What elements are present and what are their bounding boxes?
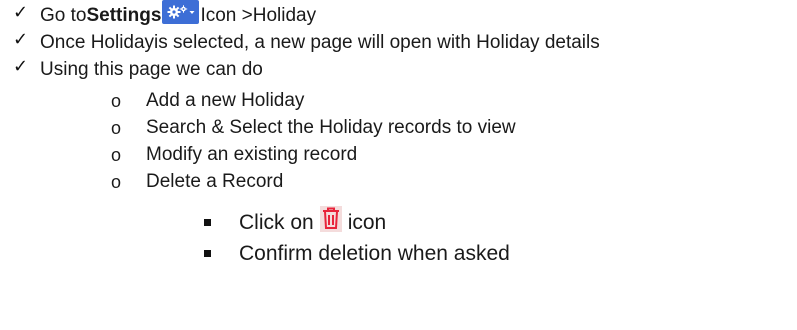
delete-step-click-suffix: icon bbox=[347, 211, 387, 234]
step-using-page: Using this page we can do bbox=[40, 58, 263, 82]
square-bullet bbox=[204, 250, 211, 257]
delete-step-confirm: Confirm deletion when asked bbox=[239, 241, 510, 267]
action-item: Search & Select the Holiday records to v… bbox=[146, 116, 516, 140]
caret-down-icon bbox=[189, 11, 195, 14]
checkmark-icon: ✓ bbox=[13, 56, 29, 77]
action-item: Delete a Record bbox=[146, 170, 283, 194]
delete-step-click-prefix: Click on bbox=[239, 211, 314, 234]
circle-bullet: o bbox=[111, 172, 122, 192]
square-bullet bbox=[204, 219, 211, 226]
step-holiday-selected-text: Once Holidayis selected, a new page will… bbox=[40, 32, 600, 53]
step-settings-prefix: Go to bbox=[40, 5, 87, 26]
action-item: Add a new Holiday bbox=[146, 89, 304, 113]
delete-step-confirm-text: Confirm deletion when asked bbox=[239, 242, 510, 265]
action-add-holiday: Add a new Holiday bbox=[146, 90, 305, 111]
gear-icon bbox=[167, 5, 195, 19]
action-delete-record: Delete a Record bbox=[146, 171, 284, 192]
delete-button[interactable] bbox=[319, 206, 342, 232]
checkmark-icon: ✓ bbox=[13, 2, 29, 23]
action-search-select: Search & Select the Holiday records to v… bbox=[146, 117, 516, 138]
action-modify-record: Modify an existing record bbox=[146, 144, 358, 165]
settings-label: Settings bbox=[86, 5, 162, 26]
step-using-page-text: Using this page we can do bbox=[40, 59, 263, 80]
circle-bullet: o bbox=[111, 118, 122, 138]
step-settings: Go to Settings Icon >Holiday bbox=[40, 0, 317, 28]
checkmark-icon: ✓ bbox=[13, 29, 29, 50]
trash-icon bbox=[319, 206, 342, 232]
circle-bullet: o bbox=[111, 91, 122, 111]
step-settings-suffix: Icon >Holiday bbox=[200, 5, 317, 26]
settings-button[interactable] bbox=[162, 0, 200, 24]
delete-step-click: Click on icon bbox=[239, 206, 387, 236]
action-item: Modify an existing record bbox=[146, 143, 357, 167]
circle-bullet: o bbox=[111, 145, 122, 165]
step-holiday-selected: Once Holidayis selected, a new page will… bbox=[40, 31, 600, 55]
